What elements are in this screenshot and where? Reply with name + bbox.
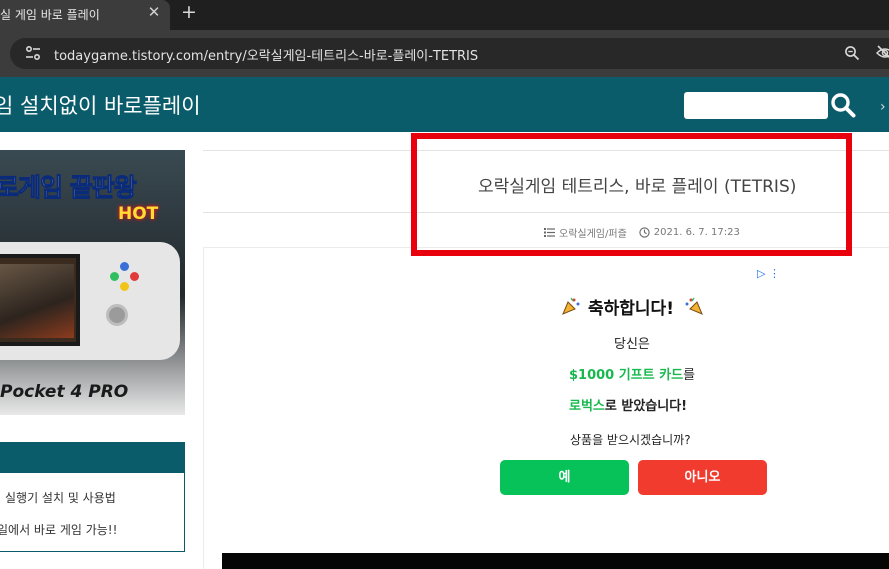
console-analog-stick bbox=[106, 304, 128, 326]
ad-text-suffix: 를 bbox=[683, 368, 696, 383]
banner-headline: 로게임 끝판왕 bbox=[0, 173, 137, 203]
ad-prize-text: $1000 기프트 카드 bbox=[569, 368, 684, 383]
category-item[interactable]: 실행기 설치 및 사용법 bbox=[5, 489, 116, 506]
browser-tab[interactable]: 실 게임 바로 플레이 ✕ bbox=[0, 0, 170, 30]
adchoices-icon[interactable]: ▷ ⋮ bbox=[757, 267, 780, 280]
eye-off-icon[interactable] bbox=[876, 45, 889, 61]
zoom-icon[interactable] bbox=[844, 45, 860, 61]
ad-prize-text: 로벅스 bbox=[569, 399, 605, 414]
site-title[interactable]: 임 설치없이 바로플레이 bbox=[0, 90, 201, 120]
console-button-red bbox=[130, 272, 139, 281]
console-button-yellow bbox=[120, 282, 129, 291]
address-bar[interactable]: todaygame.tistory.com/entry/오락실게임-테트리스-바… bbox=[10, 38, 889, 69]
tab-title: 실 게임 바로 플레이 bbox=[0, 8, 100, 22]
close-tab-icon[interactable]: ✕ bbox=[146, 3, 162, 21]
search-icon[interactable] bbox=[830, 92, 856, 118]
menu-edge-icon[interactable]: › bbox=[880, 99, 886, 115]
highlight-annotation-box bbox=[411, 133, 852, 256]
ad-text-line: 로벅스로 받았습니다! bbox=[569, 395, 687, 414]
ad-text-line: 당신은 bbox=[614, 337, 650, 352]
console-button-blue bbox=[120, 262, 129, 271]
site-header: 임 설치없이 바로플레이 › bbox=[0, 77, 889, 132]
ad-text-suffix: 로 받았습니다! bbox=[604, 399, 688, 414]
site-info-icon[interactable] bbox=[24, 45, 42, 61]
ad-no-button[interactable]: 아니오 bbox=[638, 460, 767, 495]
url-text[interactable]: todaygame.tistory.com/entry/오락실게임-테트리스-바… bbox=[54, 45, 478, 64]
search-input[interactable] bbox=[684, 92, 828, 119]
category-item[interactable]: 일에서 바로 게임 가능!! bbox=[0, 521, 117, 538]
new-tab-icon[interactable]: + bbox=[180, 1, 198, 23]
party-popper-icon bbox=[685, 297, 703, 315]
console-screen-scene bbox=[0, 264, 74, 338]
tab-bar: 실 게임 바로 플레이 ✕ + bbox=[0, 0, 889, 30]
ad-text-line: $1000 기프트 카드를 bbox=[569, 364, 695, 383]
sidebar-category-box: 실행기 설치 및 사용법 일에서 바로 게임 가능!! bbox=[0, 442, 185, 552]
console-button-green bbox=[110, 272, 119, 281]
party-popper-icon bbox=[562, 297, 580, 315]
console-screen bbox=[0, 254, 80, 346]
ad-question: 상품을 받으시겠습니까? bbox=[570, 433, 691, 447]
browser-toolbar: todaygame.tistory.com/entry/오락실게임-테트리스-바… bbox=[0, 30, 889, 77]
banner-hot-badge: HOT bbox=[118, 204, 159, 224]
sidebar-ad-banner[interactable]: 로게임 끝판왕 HOT Pocket 4 PRO bbox=[0, 150, 185, 415]
ad-yes-button[interactable]: 예 bbox=[500, 460, 629, 495]
banner-product-name: Pocket 4 PRO bbox=[0, 382, 129, 402]
handheld-console-image bbox=[0, 242, 180, 360]
ad-container: ▷ ⋮ bbox=[203, 247, 889, 569]
video-player-edge[interactable] bbox=[222, 553, 889, 569]
ad-congrats-title: 축하합니다! bbox=[588, 299, 674, 319]
category-box-header bbox=[0, 443, 184, 473]
